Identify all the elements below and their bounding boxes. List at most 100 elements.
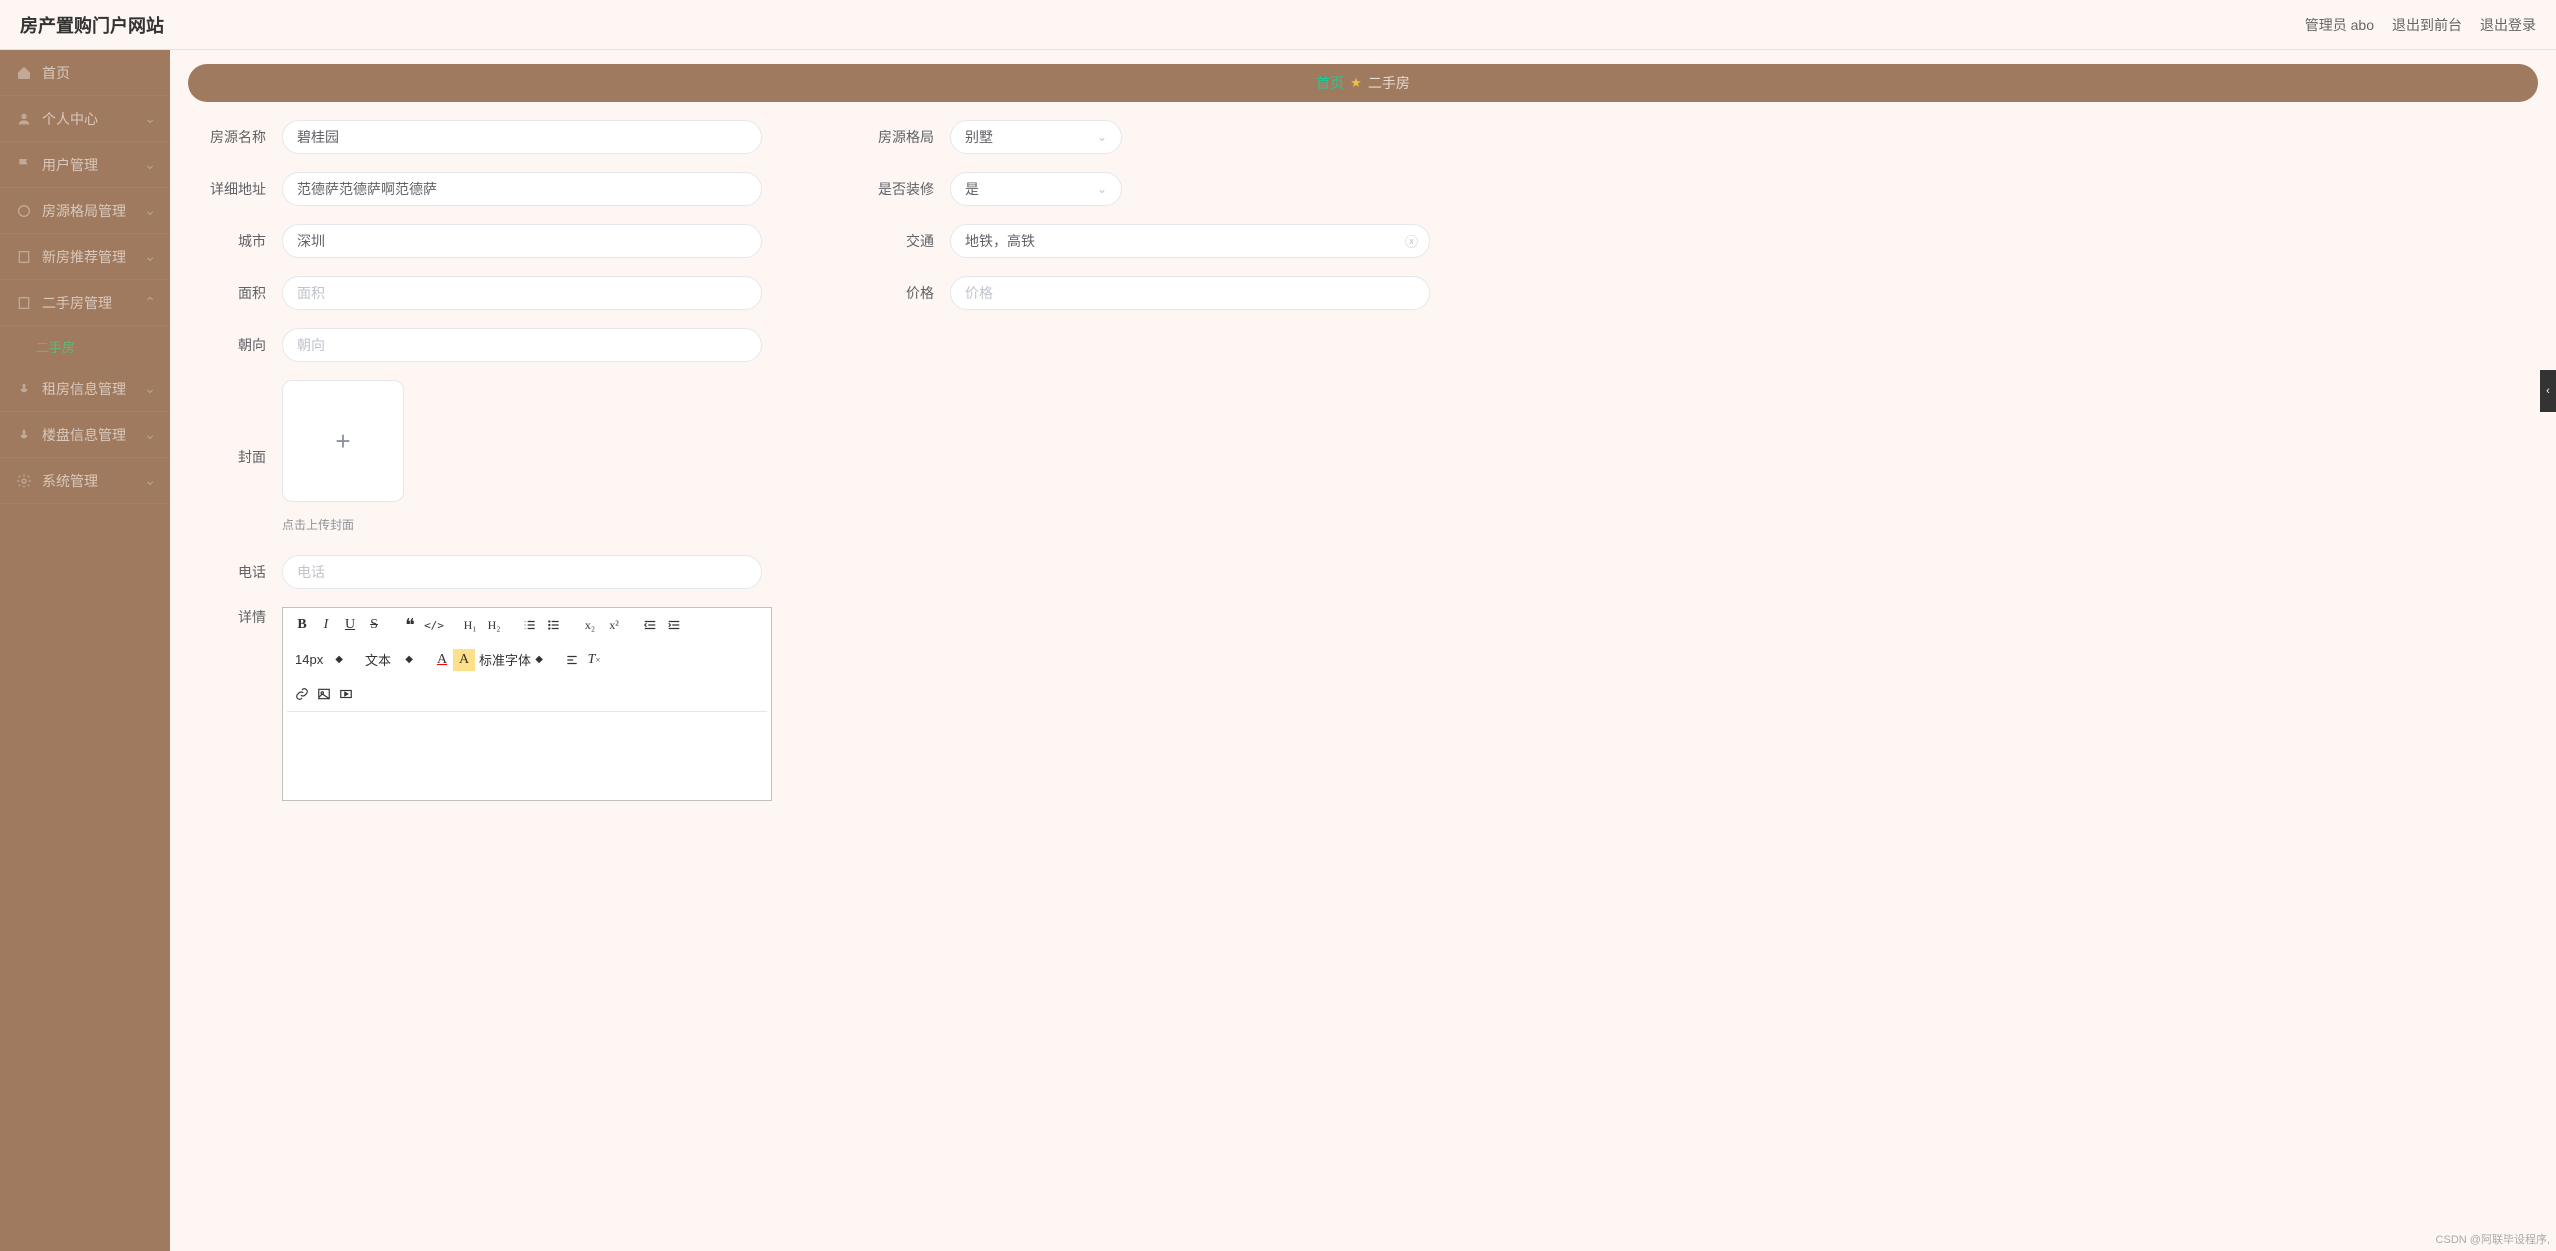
name-input[interactable] (282, 120, 762, 154)
underline-button[interactable]: U (339, 614, 361, 636)
header: 房产置购门户网站 管理员 abo 退出到前台 退出登录 (0, 0, 2556, 50)
renovated-value: 是 (965, 179, 979, 199)
video-button[interactable] (335, 683, 357, 705)
chevron-down-icon: ⌄ (144, 380, 156, 397)
sidebar-subitem-secondhand[interactable]: 二手房 (0, 326, 170, 366)
sidebar-item-label: 楼盘信息管理 (42, 425, 126, 445)
phone-input[interactable] (282, 555, 762, 589)
rich-editor: B I U S ❝ </> H₁ H₂ (282, 607, 772, 801)
form-right-column: 房源格局 别墅 ⌄ 是否装修 是 ⌄ 交通 (762, 120, 2524, 819)
sidebar-item-personal[interactable]: 个人中心 ⌄ (0, 96, 170, 142)
sidebar-item-label: 系统管理 (42, 471, 98, 491)
bg-color-button[interactable]: A (453, 649, 475, 671)
sidebar-item-rental[interactable]: 租房信息管理 ⌄ (0, 366, 170, 412)
plus-icon: + (335, 426, 350, 457)
transport-label: 交通 (862, 231, 934, 251)
layout-select[interactable]: 别墅 ⌄ (950, 120, 1122, 154)
phone-label: 电话 (202, 562, 266, 582)
price-input[interactable] (950, 276, 1430, 310)
breadcrumb-current: 二手房 (1368, 73, 1410, 93)
breadcrumb-home[interactable]: 首页 (1316, 73, 1344, 93)
chevron-down-icon: ⌄ (1097, 182, 1107, 196)
h1-button[interactable]: H₁ (459, 614, 481, 636)
quote-button[interactable]: ❝ (399, 614, 421, 636)
name-label: 房源名称 (202, 127, 266, 147)
user-icon (16, 111, 32, 127)
ordered-list-button[interactable] (519, 614, 541, 636)
watermark: CSDN @阿联毕设程序, (2436, 1231, 2550, 1247)
side-tab[interactable]: ‹ (2540, 370, 2556, 412)
cover-label: 封面 (202, 447, 266, 467)
flag-icon (16, 157, 32, 173)
chevron-down-icon: ⌄ (144, 110, 156, 127)
superscript-button[interactable]: x² (603, 614, 625, 636)
clear-icon[interactable]: ⓧ (1405, 232, 1418, 251)
sidebar-item-building[interactable]: 楼盘信息管理 ⌄ (0, 412, 170, 458)
indent-button[interactable] (663, 614, 685, 636)
home-icon (16, 65, 32, 81)
area-input[interactable] (282, 276, 762, 310)
sidebar-item-newhouse[interactable]: 新房推荐管理 ⌄ (0, 234, 170, 280)
strike-button[interactable]: S (363, 614, 385, 636)
editor-toolbar-3 (283, 677, 771, 711)
clear-format-button[interactable]: T× (583, 649, 605, 671)
chevron-up-icon: ⌃ (144, 294, 156, 311)
price-label: 价格 (862, 283, 934, 303)
back-front-link[interactable]: 退出到前台 (2392, 15, 2462, 35)
sidebar-item-users[interactable]: 用户管理 ⌄ (0, 142, 170, 188)
sidebar-item-system[interactable]: 系统管理 ⌄ (0, 458, 170, 504)
layout-value: 别墅 (965, 127, 993, 147)
area-label: 面积 (202, 283, 266, 303)
editor-content[interactable] (283, 712, 771, 800)
orientation-input[interactable] (282, 328, 762, 362)
font-size-select[interactable]: 14px◆ (291, 650, 347, 669)
doc-icon (16, 249, 32, 265)
mic-icon (16, 381, 32, 397)
sidebar-item-label: 租房信息管理 (42, 379, 126, 399)
image-button[interactable] (313, 683, 335, 705)
breadcrumb: 首页 ★ 二手房 (188, 64, 2538, 102)
chevron-down-icon: ⌄ (144, 248, 156, 265)
doc-icon (16, 295, 32, 311)
orientation-label: 朝向 (202, 335, 266, 355)
sidebar-item-label: 房源格局管理 (42, 201, 126, 221)
text-style-select[interactable]: 文本◆ (361, 648, 417, 671)
h2-button[interactable]: H₂ (483, 614, 505, 636)
logout-link[interactable]: 退出登录 (2480, 15, 2536, 35)
sidebar-item-label: 新房推荐管理 (42, 247, 126, 267)
layout-label: 房源格局 (862, 127, 934, 147)
circle-icon (16, 203, 32, 219)
mic-icon (16, 427, 32, 443)
outdent-button[interactable] (639, 614, 661, 636)
details-label: 详情 (202, 607, 266, 627)
bold-button[interactable]: B (291, 614, 313, 636)
renovated-select[interactable]: 是 ⌄ (950, 172, 1122, 206)
sidebar-item-label: 个人中心 (42, 109, 98, 129)
sidebar-item-layout-mgmt[interactable]: 房源格局管理 ⌄ (0, 188, 170, 234)
city-input[interactable] (282, 224, 762, 258)
link-button[interactable] (291, 683, 313, 705)
font-color-button[interactable]: A (431, 649, 453, 671)
chevron-down-icon: ⌄ (1097, 130, 1107, 144)
font-family-select[interactable]: 标准字体◆ (475, 648, 547, 671)
unordered-list-button[interactable] (543, 614, 565, 636)
sidebar-item-home[interactable]: 首页 (0, 50, 170, 96)
address-input[interactable] (282, 172, 762, 206)
subscript-button[interactable]: x₂ (579, 614, 601, 636)
form: 房源名称 详细地址 城市 面积 朝向 封面 (188, 120, 2538, 819)
sidebar-item-label: 二手房管理 (42, 293, 112, 313)
renovated-label: 是否装修 (862, 179, 934, 199)
transport-input[interactable] (950, 224, 1430, 258)
sidebar-item-label: 首页 (42, 63, 70, 83)
editor-toolbar-2: 14px◆ 文本◆ A A 标准字体◆ T× (283, 642, 771, 677)
italic-button[interactable]: I (315, 614, 337, 636)
city-label: 城市 (202, 231, 266, 251)
cover-hint: 点击上传封面 (282, 516, 762, 533)
admin-link[interactable]: 管理员 abo (2305, 15, 2374, 35)
chevron-down-icon: ⌄ (144, 472, 156, 489)
sidebar: 首页 个人中心 ⌄ 用户管理 ⌄ 房源格局管理 ⌄ 新房推荐管理 ⌄ 二手房管理… (0, 50, 170, 1251)
cover-upload[interactable]: + (282, 380, 404, 502)
code-button[interactable]: </> (423, 614, 445, 636)
sidebar-item-secondhand[interactable]: 二手房管理 ⌃ (0, 280, 170, 326)
align-button[interactable] (561, 649, 583, 671)
